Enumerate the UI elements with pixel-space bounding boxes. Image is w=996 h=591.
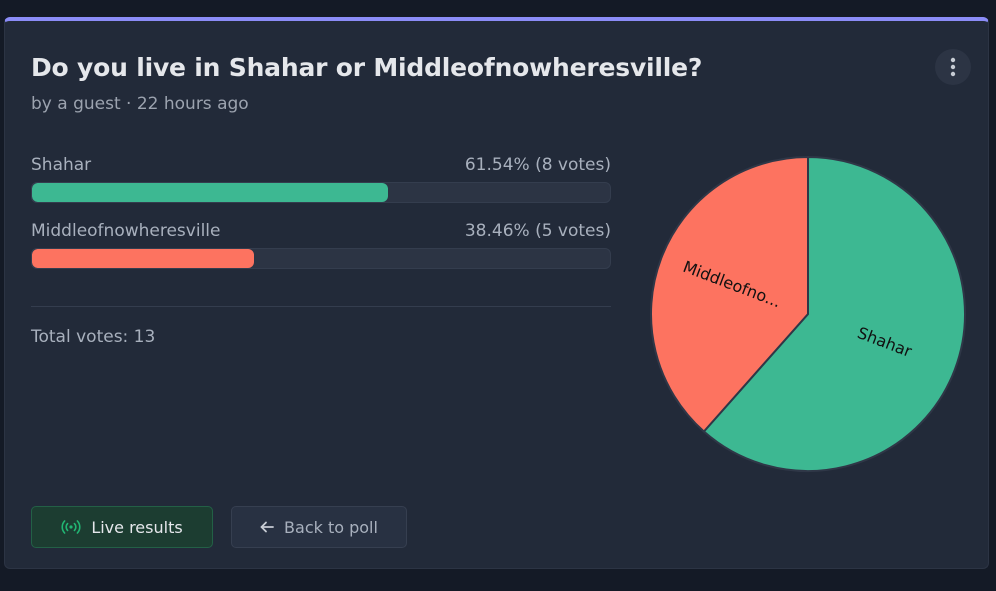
option-bar-fill <box>32 249 255 268</box>
poll-meta: by a guest · 22 hours ago <box>31 94 249 114</box>
back-to-poll-button[interactable]: Back to poll <box>231 506 407 548</box>
option-bar-track <box>31 182 611 203</box>
divider <box>31 306 611 307</box>
option-label: Middleofnowheresville <box>31 221 221 241</box>
broadcast-icon <box>61 520 81 534</box>
live-results-button[interactable]: Live results <box>31 506 213 548</box>
poll-option: Shahar 61.54% (8 votes) <box>31 153 611 219</box>
poll-title: Do you live in Shahar or Middleofnowhere… <box>31 53 703 82</box>
option-label: Shahar <box>31 155 92 175</box>
back-to-poll-label: Back to poll <box>284 517 378 537</box>
poll-options: Shahar 61.54% (8 votes) Middleofnowheres… <box>31 153 611 285</box>
option-result: 38.46% (5 votes) <box>464 221 611 241</box>
option-result: 61.54% (8 votes) <box>464 155 611 175</box>
more-options-button[interactable] <box>935 49 971 85</box>
live-results-label: Live results <box>91 517 183 537</box>
total-votes: Total votes: 13 <box>31 327 156 347</box>
more-vertical-icon <box>950 57 956 77</box>
option-bar-track <box>31 248 611 269</box>
poll-option: Middleofnowheresville 38.46% (5 votes) <box>31 219 611 285</box>
results-pie-chart: ShaharMiddleofno... <box>650 155 966 472</box>
option-bar-fill <box>32 183 388 202</box>
arrow-left-icon <box>260 521 274 533</box>
poll-results-card: Do you live in Shahar or Middleofnowhere… <box>4 17 989 569</box>
